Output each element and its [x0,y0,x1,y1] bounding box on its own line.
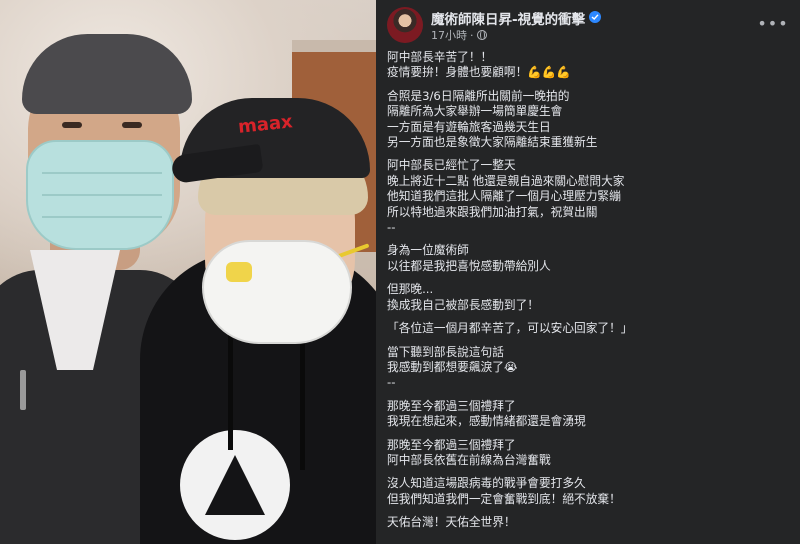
author-name[interactable]: 魔術師陳日昇-視覺的衝擊 [431,8,585,28]
post-text-line: 晚上將近十二點 他還是親自過來關心慰問大家 [387,173,625,188]
author-avatar[interactable] [387,7,423,43]
post-meta: 17小時 · [431,27,487,43]
post-photo[interactable]: maax [0,0,376,544]
post-text-line: -- [387,220,396,235]
post-paragraph: 「各位這一個月都辛苦了，可以安心回家了！」 [387,321,793,336]
post-text-line: 他知道我們這批人隔離了一個月心理壓力緊繃 [387,189,621,204]
more-options-button[interactable]: ••• [757,10,789,36]
man-zipper [20,370,26,410]
globe-icon [476,30,487,40]
guy-n95-mask [202,240,352,344]
mask-valve [226,262,252,282]
post-time[interactable]: 17小時 [431,27,467,43]
post-paragraph: 身為一位魔術師 以往都是我把喜悅感動帶給別人 [387,243,793,274]
more-horizontal-icon: ••• [757,13,789,33]
post-paragraph: 天佑台灣！天佑全世界！ [387,515,793,530]
post-text-line: 阿中部長依舊在前線為台灣奮戰 [387,452,551,467]
post-text-line: 當下聽到部長說這句話 [387,344,504,359]
post-text-line: 那晚至今都過三個禮拜了 [387,398,516,413]
man-eye-left [62,122,82,128]
post-text-line: 所以特地過來跟我們加油打氣，祝賀出關 [387,204,598,219]
man-eye-right [122,122,142,128]
post-text-line: 沒人知道這場跟病毒的戰爭會要打多久 [387,476,586,491]
post-text-line: 合照是3/6日隔離所出關前一晚拍的 [387,88,570,103]
post-text-line: 但那晚... [387,282,434,297]
post-paragraph: 那晚至今都過三個禮拜了 阿中部長依舊在前線為台灣奮戰 [387,438,793,469]
post-paragraph: 阿中部長辛苦了！！ 疫情要拚！身體也要顧啊！💪💪💪 [387,50,793,81]
post-text-line: 那晚至今都過三個禮拜了 [387,437,516,452]
post-text-line: 疫情要拚！身體也要顧啊！💪💪💪 [387,65,571,80]
post-body: 阿中部長辛苦了！！ 疫情要拚！身體也要顧啊！💪💪💪 合照是3/6日隔離所出關前一晚拍… [387,50,793,539]
post-paragraph: 那晚至今都過三個禮拜了 我現在想起來，感動情緒都還是會湧現 [387,399,793,430]
mask-fold [42,172,162,174]
post-paragraph: 當下聽到部長說這句話 我感動到都想要飆淚了😭 -- [387,345,793,391]
post-text-line: 天佑台灣！天佑全世界！ [387,515,516,530]
man-surgical-mask [26,140,174,250]
post-text-line: 阿中部長辛苦了！！ [387,50,493,64]
post-paragraph: 但那晚... 換成我自己被部長感動到了！ [387,282,793,313]
post-text-line: 另一方面也是象徵大家隔離結束重獲新生 [387,135,598,150]
post-paragraph: 阿中部長已經忙了一整天 晚上將近十二點 他還是親自過來關心慰問大家 他知道我們這批人… [387,158,793,235]
post-text-line: 「各位這一個月都辛苦了，可以安心回家了！」 [387,321,633,336]
post-text-line: 但我們知道我們一定會奮戰到底！絕不放棄！ [387,491,621,506]
post-text-line: 我感動到都想要飆淚了😭 [387,359,518,374]
post-text-line: 阿中部長已經忙了一整天 [387,158,516,173]
mask-fold [42,216,162,218]
post-paragraph: 合照是3/6日隔離所出關前一晚拍的 隔離所為大家舉辦一場簡單慶生會 一方面是有遊輪旅… [387,89,793,151]
verified-badge-icon [589,11,601,23]
post-text-line: 身為一位魔術師 [387,243,469,258]
post-text-line: 一方面是有遊輪旅客過幾天生日 [387,119,551,134]
post-paragraph: 沒人知道這場跟病毒的戰爭會要打多久 但我們知道我們一定會奮戰到底！絕不放棄！ [387,476,793,507]
mask-fold [42,194,162,196]
post-text-line: -- [387,375,396,390]
post-text-line: 以往都是我把喜悅感動帶給別人 [387,258,551,273]
post-text-line: 隔離所為大家舉辦一場簡單慶生會 [387,104,563,119]
post-text-line: 換成我自己被部長感動到了！ [387,297,539,312]
post-text-line: 我現在想起來，感動情緒都還是會湧現 [387,414,586,429]
